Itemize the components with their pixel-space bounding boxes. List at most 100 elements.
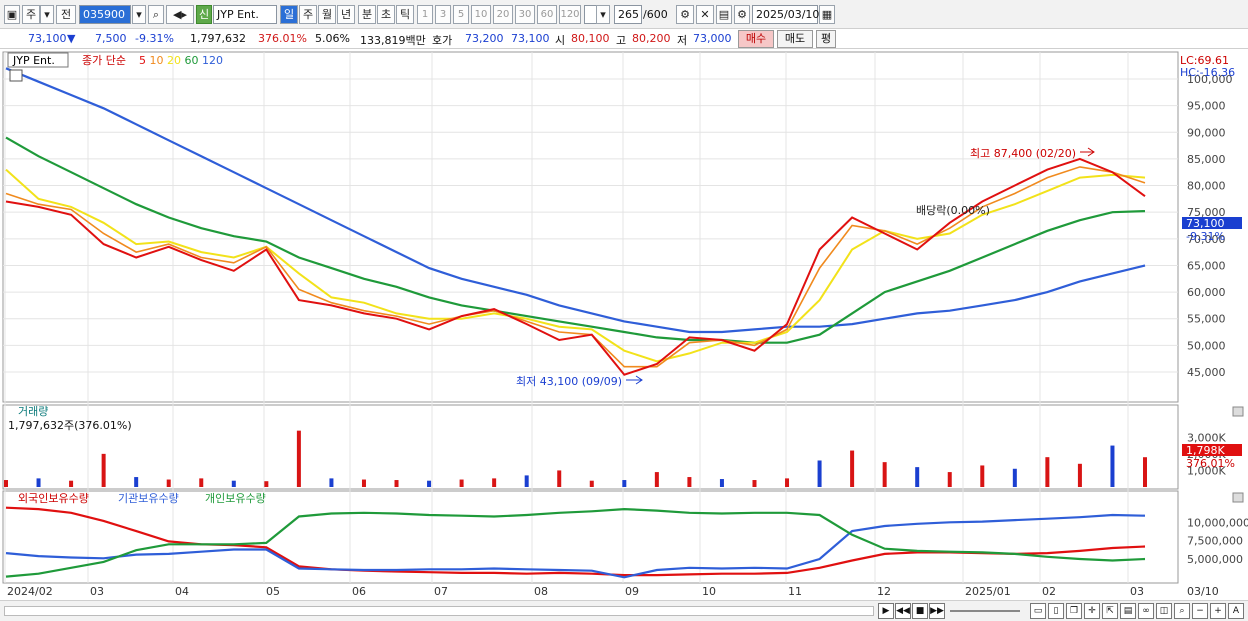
interval-10[interactable]: 10 — [471, 5, 491, 24]
quote-bar: 73,100 ▼ 7,500 -9.31% 1,797,632 376.01% … — [0, 29, 1248, 49]
x-axis-label: 03 — [1130, 585, 1144, 598]
chevron-down-icon[interactable]: ▾ — [40, 5, 54, 24]
volume-bar — [492, 478, 497, 487]
volume-bar — [329, 478, 334, 487]
volume-bar — [296, 430, 301, 487]
period-second[interactable]: 초 — [377, 5, 395, 24]
current-price: 73,100 — [28, 32, 67, 45]
ask-label: 호가 — [432, 34, 453, 47]
zoom-search-icon[interactable]: ⌕ — [1174, 603, 1190, 619]
period-year[interactable]: 년 — [337, 5, 355, 24]
scroll-first-icon[interactable]: ◀◀ — [895, 603, 911, 619]
data-total: /600 — [643, 8, 668, 21]
ma-legend: 5 10 20 60 120 — [139, 54, 223, 67]
chart-tools-icon[interactable]: ⚙ — [676, 5, 694, 24]
x-axis-label: 07 — [434, 585, 448, 598]
eval-button[interactable]: 평 — [816, 30, 836, 48]
settings-icon[interactable]: ⚙ — [734, 5, 750, 24]
open-price: 80,100 — [571, 32, 610, 45]
type-select[interactable]: 주 — [22, 5, 40, 24]
calendar-icon[interactable]: ▦ — [819, 5, 835, 24]
copy-icon[interactable]: ❐ — [1066, 603, 1082, 619]
volume-bar — [199, 478, 204, 487]
interval-30[interactable]: 30 — [515, 5, 535, 24]
x-axis-label: 03/10 — [1187, 585, 1219, 598]
volume-close-icon[interactable] — [1232, 406, 1244, 417]
volume-bar — [785, 478, 790, 487]
zoom-out-icon[interactable]: − — [1192, 603, 1208, 619]
stock-name-field[interactable]: JYP Ent. — [213, 5, 277, 24]
interval-20[interactable]: 20 — [493, 5, 513, 24]
x-axis: 2024/02 03 04 05 06 07 08 09 10 11 12 2025/01 02 03 03… — [7, 585, 1219, 598]
ma-legend-item: 10 — [150, 54, 168, 67]
price-axis-label: 60,000 — [1187, 286, 1226, 299]
indicator-icon[interactable]: ✕ — [696, 5, 714, 24]
legend-institution: 기관보유수량 — [118, 492, 179, 505]
stock-tag-label: JYP Ent. — [12, 54, 55, 67]
x-axis-label: 2024/02 — [7, 585, 53, 598]
price-axis-label: 65,000 — [1187, 259, 1226, 272]
x-axis-label: 05 — [266, 585, 280, 598]
search-icon[interactable]: ⌕ — [148, 5, 164, 24]
ma-prefix: 종가 단순 — [82, 54, 126, 67]
volume-bar — [557, 470, 562, 487]
sell-button[interactable]: 매도 — [777, 30, 813, 48]
holdings-axis-label: 10,000,000 — [1187, 516, 1248, 529]
period-day[interactable]: 일 — [280, 5, 298, 24]
crosshair-icon[interactable]: ✛ — [1084, 603, 1100, 619]
holdings-axis-label: 5,000,000 — [1187, 553, 1243, 566]
prev-button[interactable]: 전 — [56, 5, 76, 24]
period-tick[interactable]: 틱 — [396, 5, 414, 24]
layout-icon[interactable]: ▭ — [1030, 603, 1046, 619]
volume-bar — [361, 479, 366, 487]
zoom-in-icon[interactable]: + — [1210, 603, 1226, 619]
volume-bar — [980, 465, 985, 487]
interval-60[interactable]: 60 — [537, 5, 557, 24]
font-size-icon[interactable]: A — [1228, 603, 1244, 619]
ma-legend-item: 120 — [202, 54, 223, 67]
volume-bar — [622, 480, 627, 487]
print-icon[interactable]: ▤ — [1120, 603, 1136, 619]
buy-button[interactable]: 매수 — [738, 30, 774, 48]
stock-chart[interactable]: 100,00095,00090,00085,00080,00075,00070,… — [0, 49, 1248, 600]
period-minute[interactable]: 분 — [358, 5, 376, 24]
grid-toggle-icon[interactable] — [9, 69, 23, 82]
sound-icon[interactable]: ◀▸ — [166, 5, 194, 24]
split-icon[interactable]: ▯ — [1048, 603, 1064, 619]
window-icon[interactable]: ▣ — [4, 5, 20, 24]
x-axis-label: 11 — [788, 585, 802, 598]
horizontal-scrollbar[interactable] — [4, 606, 874, 616]
volume-bar — [101, 453, 106, 487]
interval-5[interactable]: 5 — [453, 5, 469, 24]
interval-3[interactable]: 3 — [435, 5, 451, 24]
stop-icon[interactable]: ■ — [912, 603, 928, 619]
code-dropdown-icon[interactable]: ▾ — [132, 5, 146, 24]
scroll-right-icon[interactable]: ▶ — [878, 603, 894, 619]
link-icon[interactable]: ∞ — [1138, 603, 1154, 619]
period-week[interactable]: 주 — [299, 5, 317, 24]
volume-ratio: 376.01% — [258, 32, 307, 45]
volume-bar — [687, 477, 692, 487]
period-month[interactable]: 월 — [318, 5, 336, 24]
volume-bar — [394, 480, 399, 487]
price-tag-label: 73,100 — [1186, 217, 1225, 230]
export-icon[interactable]: ⇱ — [1102, 603, 1118, 619]
interval-dropdown-icon[interactable]: ▾ — [596, 5, 610, 24]
x-axis-label: 08 — [534, 585, 548, 598]
scroll-last-icon[interactable]: ▶▶ — [929, 603, 945, 619]
interval-1[interactable]: 1 — [417, 5, 433, 24]
stock-code-input[interactable]: 035900 — [79, 5, 131, 24]
interval-120[interactable]: 120 — [559, 5, 581, 24]
data-count-input[interactable]: 265 — [614, 5, 642, 24]
volume-bar — [1045, 457, 1050, 487]
holdings-close-icon[interactable] — [1232, 492, 1244, 503]
volume-bar — [947, 472, 952, 487]
window-icon-2[interactable]: ◫ — [1156, 603, 1172, 619]
x-axis-label: 04 — [175, 585, 189, 598]
holdings-panel — [2, 490, 1179, 584]
date-input[interactable]: 2025/03/10 — [752, 5, 819, 24]
legend-foreign: 외국인보유수량 — [18, 492, 89, 505]
save-icon[interactable]: ▤ — [716, 5, 732, 24]
zoom-slider[interactable] — [950, 610, 1020, 612]
price-axis-label: 45,000 — [1187, 366, 1226, 379]
